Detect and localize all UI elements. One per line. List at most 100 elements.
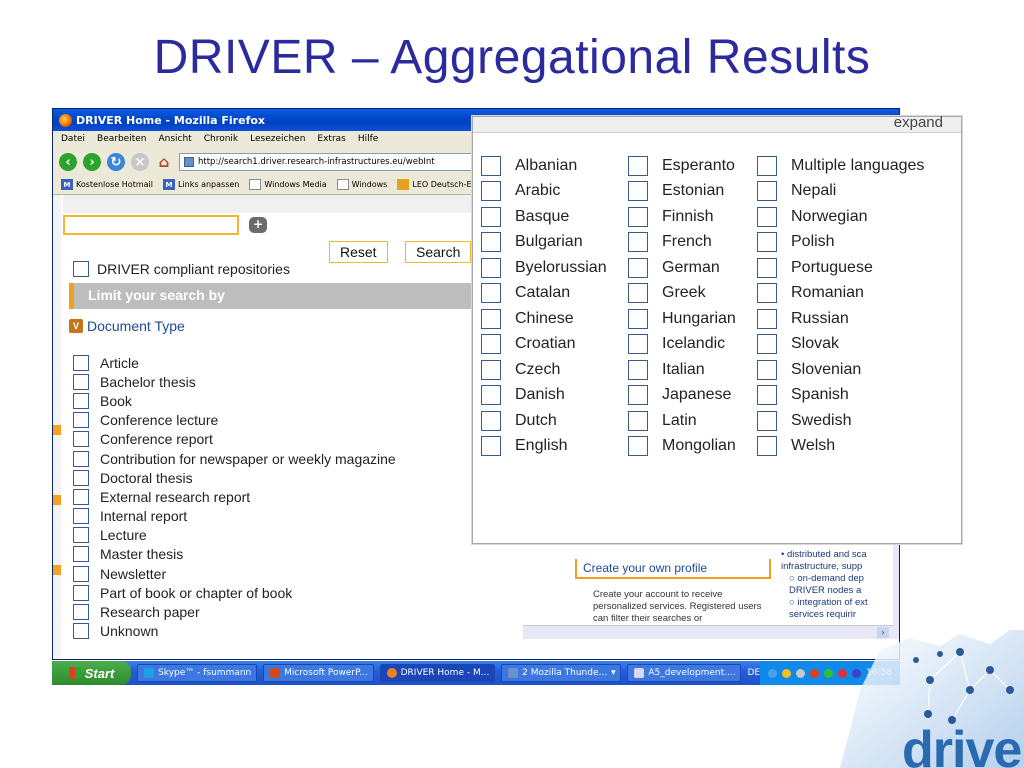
search-button[interactable]: Search [405,241,472,263]
checkbox[interactable] [481,436,501,457]
language-option[interactable]: Czech [481,357,607,383]
checkbox[interactable] [628,334,648,355]
language-option[interactable]: Japanese [628,383,736,409]
checkbox[interactable] [757,334,777,355]
checkbox[interactable] [481,410,501,431]
tray-app-icon[interactable] [782,668,792,678]
expand-link[interactable]: expand [894,114,943,131]
checkbox[interactable] [73,508,89,525]
language-option[interactable]: Multiple languages [757,153,924,179]
checkbox[interactable] [73,354,89,371]
checkbox[interactable] [73,373,89,390]
language-option[interactable]: Welsh [757,434,924,460]
start-button[interactable]: Start [52,661,132,685]
checkbox[interactable] [73,412,89,429]
language-option[interactable]: Dutch [481,408,607,434]
taskbar-item-firefox[interactable]: DRIVER Home - M... [379,664,496,682]
menu-extras[interactable]: Extras [317,134,345,146]
document-type-toggle[interactable]: V Document Type [69,315,483,337]
language-option[interactable]: Romanian [757,281,924,307]
checkbox[interactable] [481,334,501,355]
checkbox[interactable] [73,527,89,544]
list-item[interactable]: Research paper [73,602,396,621]
checkbox[interactable] [628,410,648,431]
list-item[interactable]: Contribution for newspaper or weekly mag… [73,449,396,468]
input-language-indicator[interactable]: DE [747,668,760,678]
security-icon[interactable] [810,668,820,678]
home-icon[interactable]: ⌂ [155,153,173,171]
checkbox[interactable] [757,181,777,202]
checkbox[interactable] [628,155,648,176]
language-option[interactable]: Croatian [481,332,607,358]
language-option[interactable]: Slovenian [757,357,924,383]
language-option[interactable]: Esperanto [628,153,736,179]
checkbox[interactable] [628,308,648,329]
language-option[interactable]: Italian [628,357,736,383]
bookmark-links[interactable]: M Links anpassen [162,179,239,190]
reload-icon[interactable]: ↻ [107,153,125,171]
language-option[interactable]: Albanian [481,153,607,179]
checkbox[interactable] [628,385,648,406]
checkbox[interactable] [73,431,89,448]
taskbar-item-skype[interactable]: Skype™ - fsummann [137,664,258,682]
back-arrow-icon[interactable]: ‹ [59,153,77,171]
language-option[interactable]: Finnish [628,204,736,230]
checkbox[interactable] [73,469,89,486]
checkbox[interactable] [628,181,648,202]
checkbox[interactable] [757,206,777,227]
language-option[interactable]: Catalan [481,281,607,307]
menu-bearbeiten[interactable]: Bearbeiten [97,134,146,146]
menu-lesezeichen[interactable]: Lesezeichen [250,134,305,146]
checkbox[interactable] [757,359,777,380]
language-option[interactable]: Byelorussian [481,255,607,281]
forward-arrow-icon[interactable]: › [83,153,101,171]
checkbox[interactable] [73,565,89,582]
list-item[interactable]: Article [73,353,396,372]
language-option[interactable]: Greek [628,281,736,307]
list-item[interactable]: Conference lecture [73,411,396,430]
menu-ansicht[interactable]: Ansicht [158,134,191,146]
checkbox[interactable] [73,584,89,601]
taskbar-item-powerpoint[interactable]: Microsoft PowerP... [263,664,374,682]
checkbox[interactable] [481,359,501,380]
language-option[interactable]: Basque [481,204,607,230]
menu-chronik[interactable]: Chronik [204,134,238,146]
list-item[interactable]: External research report [73,487,396,506]
chevron-down-icon[interactable]: V [69,319,83,333]
bookmark-hotmail[interactable]: M Kostenlose Hotmail [61,179,153,190]
search-input[interactable] [63,215,239,235]
checkbox[interactable] [628,436,648,457]
checkbox[interactable] [757,308,777,329]
checkbox[interactable] [757,155,777,176]
language-option[interactable]: Danish [481,383,607,409]
list-item[interactable]: Doctoral thesis [73,468,396,487]
language-option[interactable]: Estonian [628,179,736,205]
list-item[interactable]: Newsletter [73,564,396,583]
checkbox[interactable] [73,450,89,467]
language-option[interactable]: Slovak [757,332,924,358]
list-item[interactable]: Book [73,391,396,410]
language-option[interactable]: Russian [757,306,924,332]
checkbox[interactable] [628,283,648,304]
language-option[interactable]: Latin [628,408,736,434]
checkbox[interactable] [73,623,89,640]
checkbox[interactable] [73,546,89,563]
language-option[interactable]: Mongolian [628,434,736,460]
checkbox[interactable] [481,206,501,227]
list-item[interactable]: Lecture [73,526,396,545]
language-option[interactable]: Portuguese [757,255,924,281]
language-option[interactable]: Nepali [757,179,924,205]
checkbox[interactable] [757,385,777,406]
stop-icon[interactable]: × [131,153,149,171]
create-profile-heading[interactable]: Create your own profile [575,559,771,579]
list-item[interactable]: Master thesis [73,545,396,564]
checkbox[interactable] [628,257,648,278]
checkbox[interactable] [757,436,777,457]
checkbox[interactable] [757,283,777,304]
checkbox[interactable] [481,181,501,202]
checkbox[interactable] [73,488,89,505]
checkbox[interactable] [628,206,648,227]
checkbox[interactable] [73,392,89,409]
checkbox[interactable] [73,604,89,621]
add-field-button[interactable]: + [249,217,267,233]
